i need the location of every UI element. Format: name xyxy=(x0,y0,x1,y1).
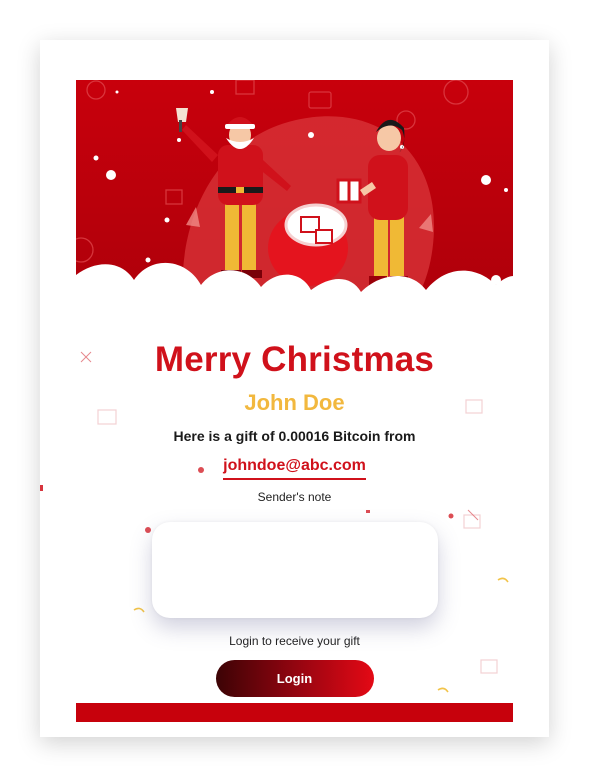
confetti-icon xyxy=(40,485,43,491)
sender-note-label: Sender's note xyxy=(257,490,332,504)
card-content: Merry Christmas John Doe Here is a gift … xyxy=(76,340,513,697)
sender-note-box xyxy=(151,522,438,618)
red-frame: Merry Christmas John Doe Here is a gift … xyxy=(56,60,533,722)
bell-icon xyxy=(176,108,188,122)
close-x-icon: ✕ xyxy=(534,149,544,162)
close-x-icon: ✕ xyxy=(394,41,404,54)
card-inner: Merry Christmas John Doe Here is a gift … xyxy=(76,80,513,703)
login-hint-text: Login to receive your gift xyxy=(229,634,360,648)
christmas-illustration xyxy=(76,80,513,350)
card-title: Merry Christmas xyxy=(154,340,435,379)
gift-message: Here is a gift of 0.00016 Bitcoin from xyxy=(173,428,416,444)
recipient-name: John Doe xyxy=(244,390,345,415)
gift-card: ✕ ✕ ✕ Merry Christmas John Doe Here is a… xyxy=(40,40,549,737)
close-x-icon: ✕ xyxy=(42,57,52,70)
sender-email-link[interactable]: johndoe@abc.com xyxy=(223,457,366,480)
login-button[interactable]: Login xyxy=(215,660,374,697)
